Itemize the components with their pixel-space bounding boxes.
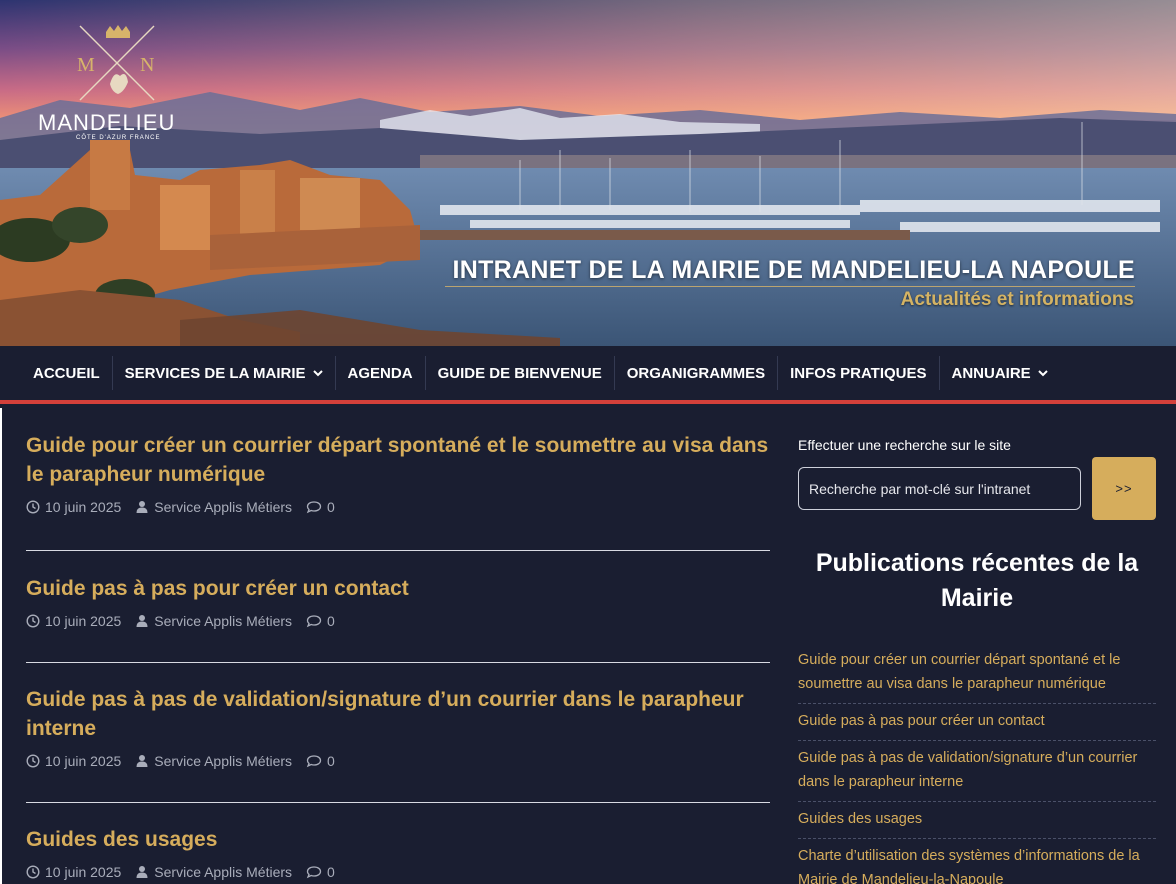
recent-posts-heading: Publications récentes de la Mairie	[815, 549, 1139, 612]
clock-icon	[26, 754, 40, 768]
post-author-text: Service Applis Métiers	[154, 613, 293, 629]
search-button[interactable]: >>	[1092, 457, 1156, 520]
post-title-link[interactable]: Guide pour créer un courrier départ spon…	[26, 431, 770, 489]
comment-icon	[306, 755, 322, 768]
chevron-down-icon	[1037, 370, 1048, 377]
post-meta: 10 juin 2025 Service Applis Métiers 0	[26, 753, 770, 769]
post-title-link[interactable]: Guides des usages	[26, 825, 770, 854]
post-author[interactable]: Service Applis Métiers	[135, 864, 292, 880]
search-input[interactable]	[798, 467, 1081, 510]
title-divider	[445, 286, 1135, 287]
logo-subtitle: CÔTE D'AZUR FRANCE	[76, 135, 161, 141]
clock-icon	[26, 865, 40, 879]
post-meta: 10 juin 2025 Service Applis Métiers 0	[26, 499, 770, 515]
post-item: Guide pour créer un courrier départ spon…	[26, 408, 770, 551]
nav-item-label: ORGANIGRAMMES	[626, 364, 766, 382]
post-comments-count: 0	[327, 864, 335, 880]
nav-item-label: SERVICES DE LA MAIRIE	[124, 364, 306, 382]
nav-item-label: ACCUEIL	[33, 364, 100, 382]
nav-item-infos-pratiques[interactable]: INFOS PRATIQUES	[777, 356, 938, 390]
header-banner: M N MANDELIEU CÔTE D'AZUR FRANCE INTRANE…	[0, 0, 1176, 346]
nav-item-services[interactable]: SERVICES DE LA MAIRIE	[111, 356, 335, 390]
logo-letter-m: M	[77, 54, 95, 76]
post-item: Guides des usages 10 juin 2025 Service A…	[26, 803, 770, 880]
post-item: Guide pas à pas de validation/signature …	[26, 663, 770, 803]
post-comments-count: 0	[327, 499, 335, 515]
recent-post-link[interactable]: Charte d’utilisation des systèmes d’info…	[798, 839, 1156, 884]
post-title-link[interactable]: Guide pas à pas de validation/signature …	[26, 685, 770, 743]
nav-menu: ACCUEIL SERVICES DE LA MAIRIE AGENDA GUI…	[0, 346, 1176, 400]
site-title: INTRANET DE LA MAIRIE DE MANDELIEU-LA NA…	[452, 256, 1135, 284]
chevron-down-icon	[312, 370, 323, 377]
clock-icon	[26, 614, 40, 628]
nav-item-label: AGENDA	[347, 364, 413, 382]
post-comments[interactable]: 0	[306, 864, 335, 880]
site-subtitle: Actualités et informations	[900, 289, 1134, 310]
comment-icon	[306, 615, 322, 628]
user-icon	[136, 615, 148, 627]
recent-posts-list: Guide pour créer un courrier départ spon…	[798, 643, 1156, 884]
post-date-text: 10 juin 2025	[45, 864, 122, 880]
clock-icon	[26, 500, 40, 514]
post-author[interactable]: Service Applis Métiers	[135, 613, 292, 629]
comment-icon	[306, 866, 322, 879]
recent-post-link[interactable]: Guide pas à pas pour créer un contact	[798, 704, 1156, 741]
recent-post-link[interactable]: Guides des usages	[798, 802, 1156, 839]
user-icon	[136, 755, 148, 767]
post-date[interactable]: 10 juin 2025	[26, 753, 121, 769]
post-author[interactable]: Service Applis Métiers	[135, 753, 292, 769]
post-author[interactable]: Service Applis Métiers	[135, 499, 292, 515]
post-author-text: Service Applis Métiers	[154, 753, 293, 769]
post-date[interactable]: 10 juin 2025	[26, 613, 121, 629]
recent-post-link[interactable]: Guide pas à pas de validation/signature …	[798, 741, 1156, 802]
post-meta: 10 juin 2025 Service Applis Métiers 0	[26, 864, 770, 880]
post-date[interactable]: 10 juin 2025	[26, 864, 121, 880]
user-icon	[136, 866, 148, 878]
post-author-text: Service Applis Métiers	[154, 864, 293, 880]
post-date[interactable]: 10 juin 2025	[26, 499, 121, 515]
post-meta: 10 juin 2025 Service Applis Métiers 0	[26, 613, 770, 629]
recent-post-link[interactable]: Guide pour créer un courrier départ spon…	[798, 643, 1156, 704]
main-navigation: ACCUEIL SERVICES DE LA MAIRIE AGENDA GUI…	[0, 346, 1176, 404]
nav-item-label: INFOS PRATIQUES	[790, 364, 927, 382]
post-item: Guide pas à pas pour créer un contact 10…	[26, 551, 770, 663]
comment-icon	[306, 501, 322, 514]
logo-name: MANDELIEU	[38, 110, 176, 135]
post-date-text: 10 juin 2025	[45, 753, 122, 769]
nav-item-label: GUIDE DE BIENVENUE	[437, 364, 602, 382]
user-icon	[136, 501, 148, 513]
post-comments[interactable]: 0	[306, 753, 335, 769]
post-comments[interactable]: 0	[306, 613, 335, 629]
nav-item-organigrammes[interactable]: ORGANIGRAMMES	[613, 356, 777, 390]
nav-item-agenda[interactable]: AGENDA	[334, 356, 425, 390]
nav-item-accueil[interactable]: ACCUEIL	[21, 356, 112, 390]
nav-item-label: ANNUAIRE	[951, 364, 1031, 382]
post-comments[interactable]: 0	[306, 499, 335, 515]
post-list: Guide pour créer un courrier départ spon…	[26, 408, 770, 880]
main-content: Guide pour créer un courrier départ spon…	[0, 408, 1176, 884]
post-date-text: 10 juin 2025	[45, 613, 122, 629]
post-author-text: Service Applis Métiers	[154, 499, 293, 515]
post-date-text: 10 juin 2025	[45, 499, 122, 515]
nav-item-guide-bienvenue[interactable]: GUIDE DE BIENVENUE	[424, 356, 614, 390]
nav-item-annuaire[interactable]: ANNUAIRE	[938, 356, 1060, 390]
search-label: Effectuer une recherche sur le site	[798, 437, 1011, 453]
post-comments-count: 0	[327, 753, 335, 769]
logo-letter-n: N	[140, 54, 155, 76]
post-comments-count: 0	[327, 613, 335, 629]
post-title-link[interactable]: Guide pas à pas pour créer un contact	[26, 574, 770, 603]
